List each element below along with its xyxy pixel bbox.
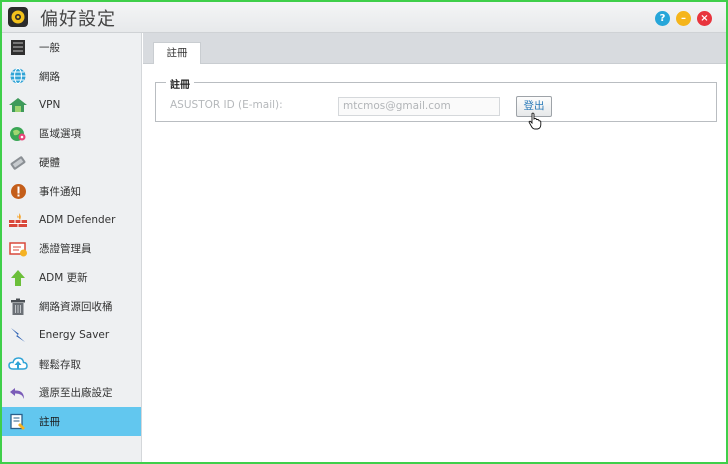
minimize-button[interactable]: – (676, 11, 691, 26)
titlebar: 偏好設定 ? – × (2, 2, 726, 33)
restore-icon (8, 383, 28, 403)
sidebar-item-label: 網路資源回收桶 (39, 301, 113, 314)
close-button[interactable]: × (697, 11, 712, 26)
sidebar-item-general[interactable]: 一般 (2, 33, 141, 62)
cloud-access-icon (8, 354, 28, 374)
sidebar-item-region[interactable]: 區域選項 (2, 119, 141, 148)
tab-bar: 註冊 (143, 33, 726, 64)
sidebar-item-label: 網路 (39, 70, 60, 83)
notification-icon (8, 181, 28, 201)
registration-section: 註冊 ASUSTOR ID (E-mail): mtcmos@gmail.com… (155, 76, 717, 130)
settings-app-icon (8, 7, 28, 27)
tab-registration[interactable]: 註冊 (153, 42, 201, 64)
sidebar-item-label: ADM 更新 (39, 272, 88, 285)
sidebar-item-label: 註冊 (39, 416, 60, 429)
certificate-icon (8, 239, 28, 259)
sidebar-item-registration[interactable]: 註冊 (2, 407, 141, 437)
main-content: 註冊 註冊 ASUSTOR ID (E-mail): mtcmos@gmail.… (143, 33, 726, 462)
preferences-window: 偏好設定 ? – × 一般 網路 VPN 區域選項 硬體 事件通知 ADM De… (0, 0, 728, 464)
sidebar-item-label: Energy Saver (39, 329, 110, 342)
energy-saver-icon (8, 325, 28, 345)
sidebar-item-label: 區域選項 (39, 128, 81, 141)
sidebar-item-label: 事件通知 (39, 185, 81, 198)
region-icon (8, 124, 28, 144)
sidebar-item-network[interactable]: 網路 (2, 62, 141, 91)
sidebar-item-restore[interactable]: 還原至出廠設定 (2, 379, 141, 408)
hand-cursor-icon (528, 112, 542, 133)
sidebar-item-label: 憑證管理員 (39, 243, 92, 256)
sidebar-item-vpn[interactable]: VPN (2, 91, 141, 120)
general-icon (8, 37, 28, 57)
sidebar-item-label: VPN (39, 98, 61, 111)
sidebar-item-label: 硬體 (39, 157, 60, 170)
sidebar: 一般 網路 VPN 區域選項 硬體 事件通知 ADM Defender 憑證管理… (2, 33, 142, 462)
hardware-icon (8, 153, 28, 173)
recycle-bin-icon (8, 297, 28, 317)
network-globe-icon (8, 66, 28, 86)
sidebar-item-adm-defender[interactable]: ADM Defender (2, 206, 141, 235)
vpn-icon (8, 95, 28, 115)
section-legend: 註冊 (166, 76, 194, 91)
sidebar-item-label: 輕鬆存取 (39, 358, 81, 371)
window-title: 偏好設定 (40, 9, 116, 30)
sidebar-item-hardware[interactable]: 硬體 (2, 148, 141, 177)
sidebar-item-label: ADM Defender (39, 214, 116, 227)
help-button[interactable]: ? (655, 11, 670, 26)
registration-icon (8, 412, 28, 432)
sidebar-item-label: 還原至出廠設定 (39, 387, 113, 400)
firewall-icon (8, 210, 28, 230)
asustor-id-field[interactable]: mtcmos@gmail.com (338, 97, 500, 116)
sidebar-item-recycle-bin[interactable]: 網路資源回收桶 (2, 292, 141, 321)
asustor-id-label: ASUSTOR ID (E-mail): (170, 99, 283, 111)
sidebar-item-certificate[interactable]: 憑證管理員 (2, 235, 141, 264)
sidebar-item-adm-update[interactable]: ADM 更新 (2, 263, 141, 292)
sidebar-item-notification[interactable]: 事件通知 (2, 177, 141, 206)
sidebar-item-label: 一般 (39, 41, 60, 54)
sidebar-item-easy-access[interactable]: 輕鬆存取 (2, 350, 141, 379)
update-arrow-icon (8, 268, 28, 288)
sidebar-item-energy-saver[interactable]: Energy Saver (2, 321, 141, 350)
